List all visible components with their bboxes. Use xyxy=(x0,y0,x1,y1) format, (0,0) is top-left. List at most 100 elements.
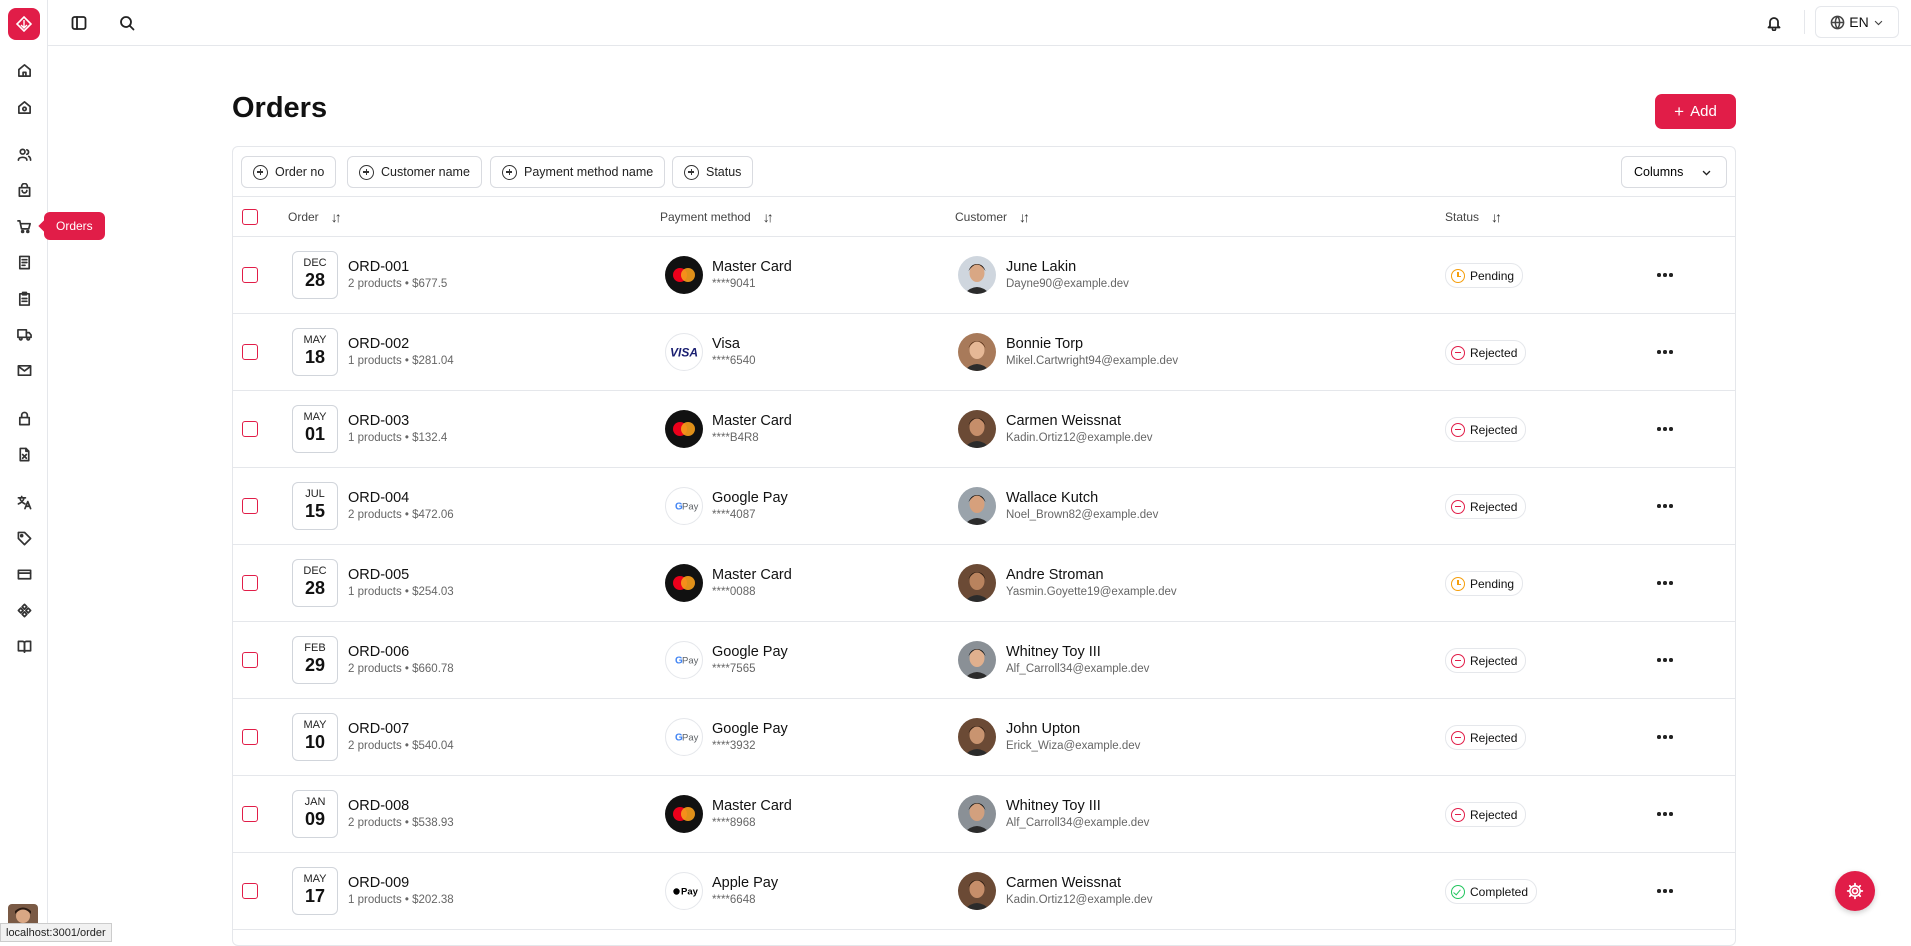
users-icon[interactable] xyxy=(13,143,35,165)
row-actions-button[interactable] xyxy=(1653,417,1677,441)
order-date: FEB 29 xyxy=(292,636,338,684)
sort-icon[interactable]: ↓↑ xyxy=(1491,209,1502,225)
status-label: Rejected xyxy=(1470,653,1518,668)
column-header-order[interactable]: Order ↓↑ xyxy=(288,209,342,225)
column-header-customer[interactable]: Customer ↓↑ xyxy=(955,209,1030,225)
order-summary: 2 products • $472.06 xyxy=(348,509,454,521)
row-checkbox[interactable] xyxy=(242,652,258,668)
status-label: Completed xyxy=(1470,884,1529,899)
order-date-month: DEC xyxy=(303,565,327,577)
svg-text:Pay: Pay xyxy=(682,656,699,667)
add-button[interactable]: + Add xyxy=(1655,94,1736,129)
order-id[interactable]: ORD-009 xyxy=(348,875,454,891)
filter-customer-name-button[interactable]: Customer name xyxy=(347,156,482,188)
filter-order-no-button[interactable]: Order no xyxy=(241,156,337,188)
row-checkbox[interactable] xyxy=(242,267,258,283)
row-actions-button[interactable] xyxy=(1653,802,1677,826)
book-icon[interactable] xyxy=(13,635,35,657)
row-actions-button[interactable] xyxy=(1653,879,1677,903)
filter-status-button[interactable]: Status xyxy=(672,156,754,188)
order-id[interactable]: ORD-007 xyxy=(348,721,454,737)
credit-card-icon[interactable] xyxy=(13,563,35,585)
table-row[interactable]: MAY 10 ORD-007 2 products • $540.04 G Pay… xyxy=(233,699,1735,776)
components-icon[interactable] xyxy=(13,599,35,621)
table-row[interactable]: JUL 15 ORD-004 2 products • $472.06 G Pay… xyxy=(233,468,1735,545)
mail-icon[interactable] xyxy=(13,359,35,381)
row-actions-button[interactable] xyxy=(1653,263,1677,287)
table-row[interactable]: MAY 18 ORD-002 1 products • $281.04 VISA… xyxy=(233,314,1735,391)
row-checkbox[interactable] xyxy=(242,575,258,591)
row-actions-button[interactable] xyxy=(1653,494,1677,518)
card-number: ****4087 xyxy=(712,509,756,521)
customer-name[interactable]: Whitney Toy III xyxy=(1006,798,1149,814)
settings-button[interactable] xyxy=(1835,871,1875,911)
customer-name[interactable]: Bonnie Torp xyxy=(1006,336,1178,352)
table-row[interactable]: JAN 09 ORD-008 2 products • $538.93 Mast… xyxy=(233,776,1735,853)
row-checkbox[interactable] xyxy=(242,344,258,360)
customer-name[interactable]: Wallace Kutch xyxy=(1006,490,1158,506)
row-checkbox[interactable] xyxy=(242,729,258,745)
search-icon[interactable] xyxy=(116,12,138,34)
status-badge: Pending xyxy=(1445,571,1524,596)
order-id[interactable]: ORD-001 xyxy=(348,259,447,275)
truck-icon[interactable] xyxy=(13,323,35,345)
sort-icon[interactable]: ↓↑ xyxy=(331,209,342,225)
table-row[interactable]: MAY 17 ORD-009 1 products • $202.38 Pay … xyxy=(233,853,1735,930)
row-actions-button[interactable] xyxy=(1653,340,1677,364)
customer-name[interactable]: Andre Stroman xyxy=(1006,567,1177,583)
row-checkbox[interactable] xyxy=(242,806,258,822)
row-checkbox[interactable] xyxy=(242,883,258,899)
customer-name[interactable]: Whitney Toy III xyxy=(1006,644,1149,660)
bell-icon[interactable] xyxy=(1763,12,1785,34)
order-id[interactable]: ORD-003 xyxy=(348,413,447,429)
sidebar-toggle-icon[interactable] xyxy=(68,12,90,34)
order-summary: 1 products • $254.03 xyxy=(348,586,454,598)
order-id[interactable]: ORD-006 xyxy=(348,644,454,660)
home-icon[interactable] xyxy=(13,59,35,81)
row-checkbox[interactable] xyxy=(242,421,258,437)
page-title: Orders xyxy=(232,92,328,124)
tag-icon[interactable] xyxy=(13,527,35,549)
order-id[interactable]: ORD-008 xyxy=(348,798,454,814)
order-id[interactable]: ORD-002 xyxy=(348,336,454,352)
table-row[interactable]: DEC 28 ORD-001 2 products • $677.5 Maste… xyxy=(233,237,1735,314)
order-id[interactable]: ORD-005 xyxy=(348,567,454,583)
column-header-payment[interactable]: Payment method ↓↑ xyxy=(660,209,774,225)
card-number: ****8968 xyxy=(712,817,756,829)
row-checkbox[interactable] xyxy=(242,498,258,514)
columns-button[interactable]: Columns xyxy=(1621,156,1727,188)
translate-icon[interactable] xyxy=(13,491,35,513)
file-x-icon[interactable] xyxy=(13,443,35,465)
row-actions-button[interactable] xyxy=(1653,571,1677,595)
clipboard-icon[interactable] xyxy=(13,287,35,309)
table-row[interactable]: MAY 01 ORD-003 1 products • $132.4 Maste… xyxy=(233,391,1735,468)
sort-icon[interactable]: ↓↑ xyxy=(1019,209,1030,225)
row-actions-button[interactable] xyxy=(1653,725,1677,749)
order-id[interactable]: ORD-004 xyxy=(348,490,454,506)
building-icon[interactable] xyxy=(13,96,35,118)
order-date-day: 15 xyxy=(304,501,326,521)
cart-icon[interactable] xyxy=(13,215,35,237)
card-number: ****0088 xyxy=(712,586,756,598)
column-header-status[interactable]: Status ↓↑ xyxy=(1445,209,1502,225)
sort-icon[interactable]: ↓↑ xyxy=(763,209,774,225)
lock-icon[interactable] xyxy=(13,407,35,429)
table-row[interactable]: DEC 28 ORD-005 1 products • $254.03 Mast… xyxy=(233,545,1735,622)
package-icon[interactable] xyxy=(13,179,35,201)
table-row[interactable]: FEB 29 ORD-006 2 products • $660.78 G Pay… xyxy=(233,622,1735,699)
customer-name[interactable]: Carmen Weissnat xyxy=(1006,875,1153,891)
customer-name[interactable]: John Upton xyxy=(1006,721,1140,737)
receipt-icon[interactable] xyxy=(13,251,35,273)
payment-cell: Master Card ****B4R8 xyxy=(712,413,792,444)
language-selector[interactable]: EN xyxy=(1815,6,1899,38)
status-label: Rejected xyxy=(1470,730,1518,745)
filter-payment-method-button[interactable]: Payment method name xyxy=(490,156,666,188)
customer-avatar xyxy=(958,795,996,833)
row-actions-button[interactable] xyxy=(1653,648,1677,672)
select-all-checkbox[interactable] xyxy=(242,209,258,225)
payment-cell: Master Card ****0088 xyxy=(712,567,792,598)
customer-name[interactable]: Carmen Weissnat xyxy=(1006,413,1153,429)
customer-name[interactable]: June Lakin xyxy=(1006,259,1129,275)
logo-icon[interactable] xyxy=(8,8,40,40)
gpay-logo-icon: G Pay xyxy=(665,487,703,525)
